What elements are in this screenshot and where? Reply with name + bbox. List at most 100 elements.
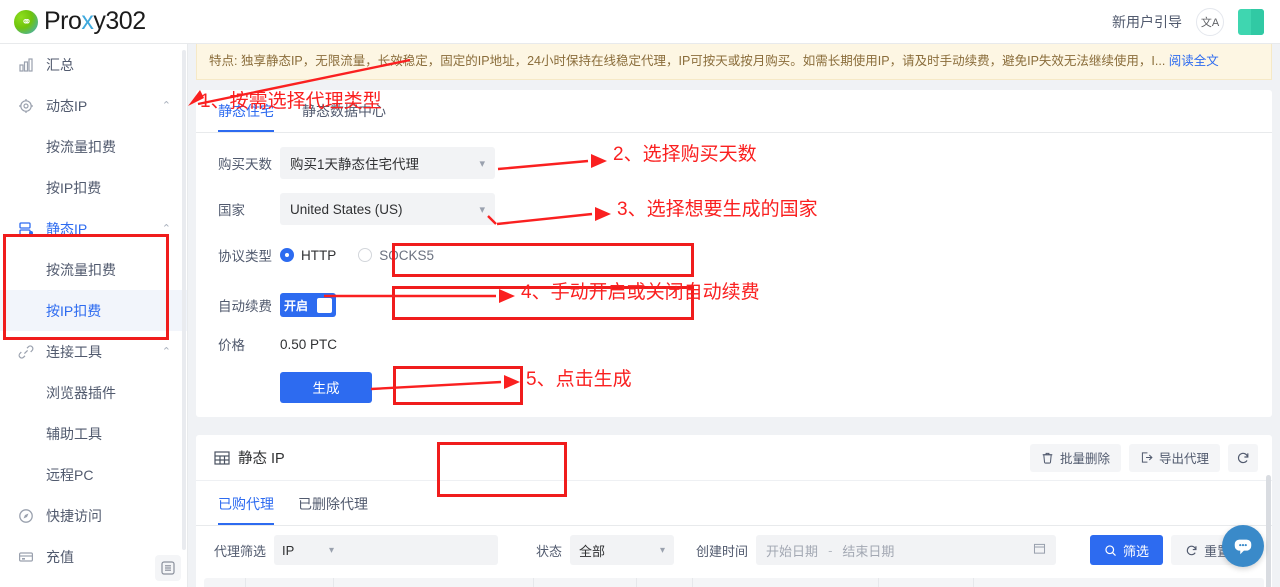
chevron-down-icon: ▾ [479, 203, 485, 216]
export-proxy-button[interactable]: 导出代理 [1128, 443, 1220, 472]
proxy-filter-label: 代理筛选 [214, 543, 267, 559]
list-header: 静态 IP 批量删除 导出代理 [196, 435, 1272, 481]
table-header-row [204, 578, 1264, 587]
table-col-3 [534, 578, 637, 587]
sidebar-item-11[interactable]: 快捷访问 [0, 495, 187, 536]
link-icon [16, 344, 36, 360]
brand-name-prefix: Pro [44, 7, 82, 35]
tab-deleted-proxy[interactable]: 已删除代理 [298, 484, 368, 525]
chart-icon [16, 57, 36, 73]
sidebar-scrollbar[interactable] [182, 50, 186, 550]
new-user-guide-link[interactable]: 新用户引导 [1112, 12, 1182, 32]
table-col-6 [879, 578, 974, 587]
avatar[interactable] [1238, 8, 1264, 35]
chevron-down-icon: ▾ [479, 157, 485, 170]
table-col-4 [637, 578, 693, 587]
notice-read-more-link[interactable]: 阅读全文 [1169, 54, 1219, 68]
sidebar-item-label: 充值 [46, 548, 74, 565]
sidebar-item-label: 按流量扣费 [46, 138, 116, 155]
date-end-placeholder: 结束日期 [842, 543, 895, 559]
days-select-value: 购买1天静态住宅代理 [290, 157, 420, 172]
export-proxy-label: 导出代理 [1158, 452, 1209, 466]
notice-text: 特点: 独享静态IP，无限流量，长效稳定，固定的IP地址，24小时保持在线稳定代… [209, 54, 1166, 68]
price-label: 价格 [218, 338, 245, 353]
brand-name-accent: x [81, 7, 94, 35]
tab-static-residential[interactable]: 静态住宅 [218, 91, 274, 132]
table-col-5 [693, 578, 879, 587]
filter-button-label: 筛选 [1123, 543, 1150, 559]
batch-delete-button[interactable]: 批量删除 [1029, 443, 1121, 472]
sidebar-item-0[interactable]: 汇总 [0, 44, 187, 85]
search-icon [1105, 544, 1116, 556]
sidebar-item-9[interactable]: 辅助工具 [0, 413, 187, 454]
days-select[interactable]: 购买1天静态住宅代理 ▾ [280, 147, 495, 179]
purchase-panel: 静态住宅 静态数据中心 购买天数 购买1天静态住宅代理 ▾ 国家 United … [196, 90, 1272, 497]
language-switch-icon[interactable]: 文A [1196, 7, 1224, 36]
country-select-value: United States (US) [290, 201, 403, 217]
status-select[interactable]: 全部 ▾ [570, 535, 675, 565]
export-icon [1141, 452, 1153, 463]
sidebar-item-10[interactable]: 远程PC [0, 454, 187, 495]
chevron-up-icon: ⌃ [161, 100, 171, 112]
status-label: 状态 [536, 543, 563, 559]
top-bar: ⚭ Proxy302 新用户引导 文A [0, 0, 1280, 44]
radio-http[interactable]: HTTP [280, 248, 336, 263]
refresh-button[interactable] [1228, 443, 1258, 472]
country-select[interactable]: United States (US) ▾ [280, 193, 495, 225]
sidebar-item-4[interactable]: 静态IP ⌃ [0, 208, 187, 249]
sidebar-item-8[interactable]: 浏览器插件 [0, 372, 187, 413]
sidebar-nav: 汇总 动态IP ⌃ 按流量扣费 按IP扣费 静态IP ⌃ 按流量扣费 按IP扣费 连接工具 ⌃ 浏览器… [0, 44, 187, 587]
sidebar-item-label: 浏览器插件 [46, 384, 116, 401]
top-bar-right: 新用户引导 文A [1112, 7, 1264, 36]
brand-logo-area[interactable]: ⚭ Proxy302 [14, 7, 146, 36]
sidebar-item-label: 辅助工具 [46, 425, 102, 442]
proxy302-logo-icon: ⚭ [14, 9, 38, 34]
tab-purchased-proxy[interactable]: 已购代理 [218, 484, 274, 525]
table-col-2 [334, 578, 534, 587]
sidebar-item-label: 按IP扣费 [46, 302, 102, 319]
gear-icon [16, 98, 36, 114]
auto-renew-state-text: 开启 [284, 298, 309, 313]
created-time-range-picker[interactable]: 开始日期 - 结束日期 [756, 535, 1057, 565]
sidebar-item-7[interactable]: 连接工具 ⌃ [0, 331, 187, 372]
price-row: 价格 0.50 PTC [196, 333, 1272, 355]
sidebar: 汇总 动态IP ⌃ 按流量扣费 按IP扣费 静态IP ⌃ 按流量扣费 按IP扣费 连接工具 ⌃ 浏览器… [0, 44, 188, 587]
purchase-tabs: 静态住宅 静态数据中心 [196, 90, 1272, 133]
batch-delete-label: 批量删除 [1059, 452, 1110, 466]
country-row: 国家 United States (US) ▾ [196, 193, 1272, 225]
refresh-icon [1237, 452, 1249, 463]
server-icon [16, 221, 36, 237]
sidebar-item-2[interactable]: 按流量扣费 [0, 126, 187, 167]
toggle-knob [317, 297, 332, 313]
country-label: 国家 [218, 203, 245, 218]
refresh-icon [1186, 545, 1197, 555]
radio-socks5[interactable]: SOCKS5 [358, 248, 434, 263]
sidebar-collapse-button[interactable] [155, 555, 181, 581]
sidebar-item-6[interactable]: 按IP扣费 [0, 290, 187, 331]
feature-notice-banner: 特点: 独享静态IP，无限流量，长效稳定，固定的IP地址，24小时保持在线稳定代… [196, 44, 1272, 80]
sidebar-item-1[interactable]: 动态IP ⌃ [0, 85, 187, 126]
protocol-label: 协议类型 [218, 249, 272, 264]
radio-socks5-label: SOCKS5 [379, 247, 435, 263]
proxy-filter-input[interactable] [342, 535, 499, 565]
auto-renew-toggle[interactable]: 开启 [280, 293, 336, 317]
protocol-row: 协议类型 HTTP SOCKS5 [196, 239, 1272, 271]
sidebar-item-5[interactable]: 按流量扣费 [0, 249, 187, 290]
chevron-up-icon: ⌃ [161, 346, 171, 358]
sidebar-item-label: 远程PC [46, 466, 94, 483]
sidebar-item-label: 按流量扣费 [46, 261, 116, 278]
generate-row: 生成 [196, 371, 1272, 403]
tab-static-datacenter[interactable]: 静态数据中心 [302, 91, 386, 132]
protocol-radio-group: HTTP SOCKS5 [280, 248, 434, 263]
filter-button[interactable]: 筛选 [1090, 535, 1164, 565]
main-content: 特点: 独享静态IP，无限流量，长效稳定，固定的IP地址，24小时保持在线稳定代… [188, 44, 1280, 587]
proxy-filter-type-select[interactable]: IP ▾ [274, 535, 343, 565]
sidebar-item-3[interactable]: 按IP扣费 [0, 167, 187, 208]
sidebar-item-label: 动态IP [46, 97, 88, 114]
main-scrollbar[interactable] [1266, 475, 1271, 587]
table-col-checkbox [204, 578, 246, 587]
generate-button[interactable]: 生成 [280, 371, 372, 403]
sidebar-item-label: 按IP扣费 [46, 179, 102, 196]
support-chat-button[interactable] [1222, 525, 1264, 567]
auto-renew-label: 自动续费 [218, 299, 272, 314]
